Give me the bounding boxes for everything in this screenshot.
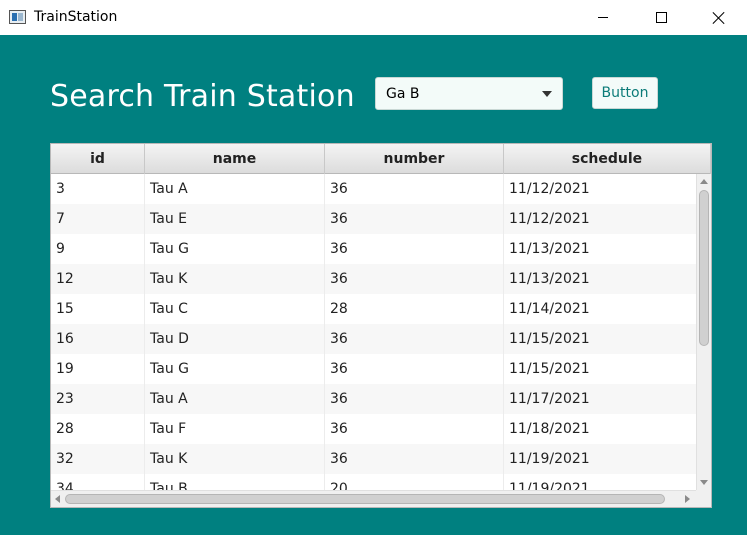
cell-name: Tau E	[145, 204, 325, 234]
cell-number: 20	[325, 474, 504, 490]
cell-id: 34	[51, 474, 145, 490]
scroll-down-icon[interactable]	[700, 480, 708, 485]
scroll-left-icon[interactable]	[55, 495, 60, 503]
table-row[interactable]: 32 Tau K 36 11/19/2021	[51, 444, 696, 474]
cell-schedule: 11/15/2021	[509, 361, 590, 377]
cell-id: 15	[51, 294, 145, 324]
cell-id: 23	[51, 384, 145, 414]
table-row[interactable]: 34 Tau B 20 11/19/2021	[51, 474, 696, 490]
column-header-id[interactable]: id	[51, 144, 145, 174]
table-row[interactable]: 28 Tau F 36 11/18/2021	[51, 414, 696, 444]
window-title: TrainStation	[34, 9, 118, 25]
table-row[interactable]: 16 Tau D 36 11/15/2021	[51, 324, 696, 354]
table-row[interactable]: 15 Tau C 28 11/14/2021	[51, 294, 696, 324]
cell-schedule: 11/13/2021	[509, 271, 590, 287]
cell-id: 28	[51, 414, 145, 444]
table-row[interactable]: 12 Tau K 36 11/13/2021	[51, 264, 696, 294]
close-icon	[712, 11, 726, 25]
cell-schedule: 11/14/2021	[509, 301, 590, 317]
cell-schedule: 11/17/2021	[509, 391, 590, 407]
cell-name: Tau C	[145, 294, 325, 324]
table-row[interactable]: 9 Tau G 36 11/13/2021	[51, 234, 696, 264]
scroll-right-icon[interactable]	[685, 495, 690, 503]
table-header: id name number schedule	[51, 144, 711, 174]
table-body: 3 Tau A 36 11/12/2021 7 Tau E 36 11/12/2021 9 Tau…	[51, 174, 696, 490]
cell-number: 36	[325, 414, 504, 444]
cell-name: Tau G	[145, 234, 325, 264]
search-button[interactable]: Button	[592, 77, 658, 109]
cell-number: 36	[325, 324, 504, 354]
cell-name: Tau G	[145, 354, 325, 384]
cell-number: 36	[325, 264, 504, 294]
cell-name: Tau A	[145, 384, 325, 414]
column-header-name[interactable]: name	[145, 144, 325, 174]
column-header-number[interactable]: number	[325, 144, 504, 174]
table-row[interactable]: 7 Tau E 36 11/12/2021	[51, 204, 696, 234]
cell-number: 36	[325, 234, 504, 264]
cell-name: Tau D	[145, 324, 325, 354]
vertical-scrollbar[interactable]	[696, 174, 711, 490]
close-button[interactable]	[696, 0, 742, 35]
cell-id: 7	[51, 204, 145, 234]
cell-id: 3	[51, 174, 145, 204]
cell-id: 9	[51, 234, 145, 264]
page-title: Search Train Station	[50, 79, 355, 114]
cell-name: Tau A	[145, 174, 325, 204]
station-combo-box[interactable]: Ga B	[375, 77, 563, 110]
horizontal-scroll-thumb[interactable]	[65, 494, 665, 504]
cell-number: 36	[325, 174, 504, 204]
cell-number: 36	[325, 384, 504, 414]
main-content: Search Train Station Ga B Button id name…	[0, 35, 747, 535]
cell-number: 36	[325, 354, 504, 384]
cell-name: Tau K	[145, 444, 325, 474]
cell-schedule: 11/15/2021	[509, 331, 590, 347]
horizontal-scrollbar[interactable]	[51, 490, 711, 507]
cell-name: Tau B	[145, 474, 325, 490]
cell-schedule: 11/12/2021	[509, 211, 590, 227]
table-row[interactable]: 19 Tau G 36 11/15/2021	[51, 354, 696, 384]
combo-selected-value: Ga B	[386, 86, 420, 102]
cell-schedule: 11/12/2021	[509, 181, 590, 197]
scroll-up-icon[interactable]	[700, 179, 708, 184]
cell-schedule: 11/18/2021	[509, 421, 590, 437]
cell-schedule: 11/19/2021	[509, 451, 590, 467]
cell-id: 32	[51, 444, 145, 474]
cell-name: Tau F	[145, 414, 325, 444]
results-table: id name number schedule 3 Tau A 36 11/12/20…	[50, 143, 712, 508]
table-row[interactable]: 3 Tau A 36 11/12/2021	[51, 174, 696, 204]
cell-id: 19	[51, 354, 145, 384]
chevron-down-icon	[542, 91, 552, 97]
minimize-icon	[598, 17, 608, 18]
vertical-scroll-thumb[interactable]	[699, 190, 709, 346]
maximize-button[interactable]	[638, 0, 684, 35]
cell-schedule: 11/19/2021	[509, 481, 590, 490]
cell-schedule: 11/13/2021	[509, 241, 590, 257]
title-bar: TrainStation	[0, 0, 747, 35]
column-header-schedule[interactable]: schedule	[504, 144, 711, 174]
cell-number: 28	[325, 294, 504, 324]
cell-id: 12	[51, 264, 145, 294]
table-row[interactable]: 23 Tau A 36 11/17/2021	[51, 384, 696, 414]
maximize-icon	[655, 12, 667, 23]
minimize-button[interactable]	[580, 0, 626, 35]
app-icon	[9, 10, 26, 24]
cell-id: 16	[51, 324, 145, 354]
cell-number: 36	[325, 444, 504, 474]
scrollbar-corner	[696, 490, 711, 507]
cell-number: 36	[325, 204, 504, 234]
cell-name: Tau K	[145, 264, 325, 294]
